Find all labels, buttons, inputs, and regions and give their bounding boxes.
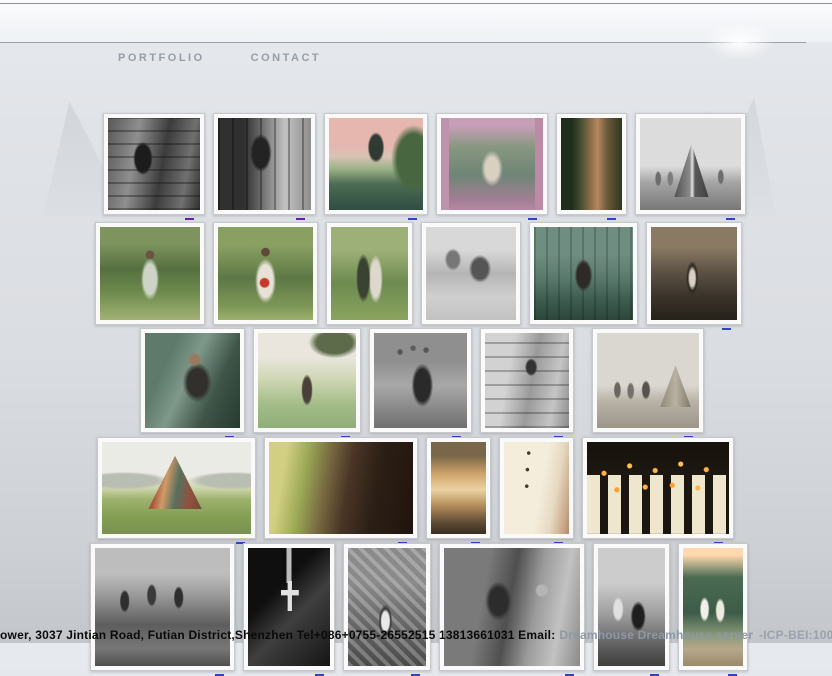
photo-link-underline[interactable] — [607, 218, 616, 220]
photo-thumbnail[interactable] — [90, 543, 235, 671]
photo-thumbnail[interactable] — [369, 328, 472, 433]
photo-thumbnail[interactable] — [243, 543, 335, 671]
photo-image — [218, 227, 313, 320]
footer-email-link[interactable]: Dreamhouse Dreamhouse server — [559, 628, 753, 642]
photo-thumbnail[interactable] — [556, 113, 627, 215]
photo-thumbnail[interactable] — [140, 328, 245, 433]
photo-thumbnail[interactable] — [499, 437, 574, 539]
photo-image — [108, 118, 200, 210]
photo-thumbnail[interactable] — [324, 113, 428, 215]
footer-address-text: ower, 3037 Jintian Road, Futian District… — [0, 628, 555, 642]
nav-contact-link[interactable]: CONTACT — [251, 52, 321, 64]
photo-thumbnail[interactable] — [95, 222, 205, 325]
photo-image — [348, 548, 426, 666]
gallery-row-4 — [97, 437, 734, 539]
footer-icp-text: -ICP-BEI:100701 — [759, 628, 832, 642]
photo-thumbnail[interactable] — [646, 222, 742, 325]
gallery-row-1 — [103, 113, 746, 215]
photo-thumbnail[interactable] — [97, 437, 256, 539]
photo-thumbnail[interactable] — [264, 437, 418, 539]
photo-image — [587, 442, 729, 534]
nav-portfolio-link[interactable]: PORTFOLIO — [118, 52, 205, 64]
header-divider — [0, 42, 806, 43]
photo-image — [329, 118, 423, 210]
footer-bar: ower, 3037 Jintian Road, Futian District… — [0, 628, 832, 642]
photo-thumbnail[interactable] — [439, 543, 585, 671]
photo-thumbnail[interactable] — [103, 113, 205, 215]
gallery-row-5 — [90, 543, 748, 671]
photo-thumbnail[interactable] — [529, 222, 638, 325]
photo-image — [598, 548, 665, 666]
photo-link-underline[interactable] — [185, 218, 194, 220]
photo-image — [534, 227, 633, 320]
photo-thumbnail[interactable] — [213, 222, 318, 325]
photo-thumbnail[interactable] — [480, 328, 574, 433]
photo-image — [258, 333, 356, 428]
photo-image — [597, 333, 699, 428]
gallery-row-3 — [140, 328, 704, 433]
photo-link-underline[interactable] — [408, 218, 417, 220]
photo-image — [248, 548, 330, 666]
photo-thumbnail[interactable] — [678, 543, 748, 671]
photo-link-underline[interactable] — [528, 218, 537, 220]
photo-image — [444, 548, 580, 666]
photo-thumbnail[interactable] — [582, 437, 734, 539]
gallery-row-2 — [95, 222, 742, 325]
photo-image — [485, 333, 569, 428]
photo-thumbnail[interactable] — [213, 113, 316, 215]
photo-image — [441, 118, 543, 210]
photo-thumbnail[interactable] — [343, 543, 431, 671]
top-divider — [0, 3, 832, 4]
photo-image — [100, 227, 200, 320]
main-nav: PORTFOLIO CONTACT — [118, 52, 321, 64]
photo-link-underline[interactable] — [296, 218, 305, 220]
photo-link-underline[interactable] — [722, 328, 731, 330]
photo-image — [683, 548, 743, 666]
photo-image — [145, 333, 240, 428]
photo-image — [651, 227, 737, 320]
photo-image — [269, 442, 413, 534]
photo-thumbnail[interactable] — [253, 328, 361, 433]
photo-thumbnail[interactable] — [593, 543, 670, 671]
photo-image — [331, 227, 408, 320]
photo-thumbnail[interactable] — [421, 222, 521, 325]
photo-image — [95, 548, 230, 666]
photo-image — [561, 118, 622, 210]
photo-thumbnail[interactable] — [592, 328, 704, 433]
photo-image — [431, 442, 486, 534]
photo-image — [374, 333, 467, 428]
photo-image — [640, 118, 741, 210]
photo-image — [218, 118, 311, 210]
photo-image — [102, 442, 251, 534]
header-bar — [0, 0, 832, 42]
photo-thumbnail[interactable] — [426, 437, 491, 539]
photo-thumbnail[interactable] — [635, 113, 746, 215]
photo-image — [426, 227, 516, 320]
photo-image — [504, 442, 569, 534]
photo-thumbnail[interactable] — [326, 222, 413, 325]
photo-link-underline[interactable] — [726, 218, 735, 220]
photo-thumbnail[interactable] — [436, 113, 548, 215]
